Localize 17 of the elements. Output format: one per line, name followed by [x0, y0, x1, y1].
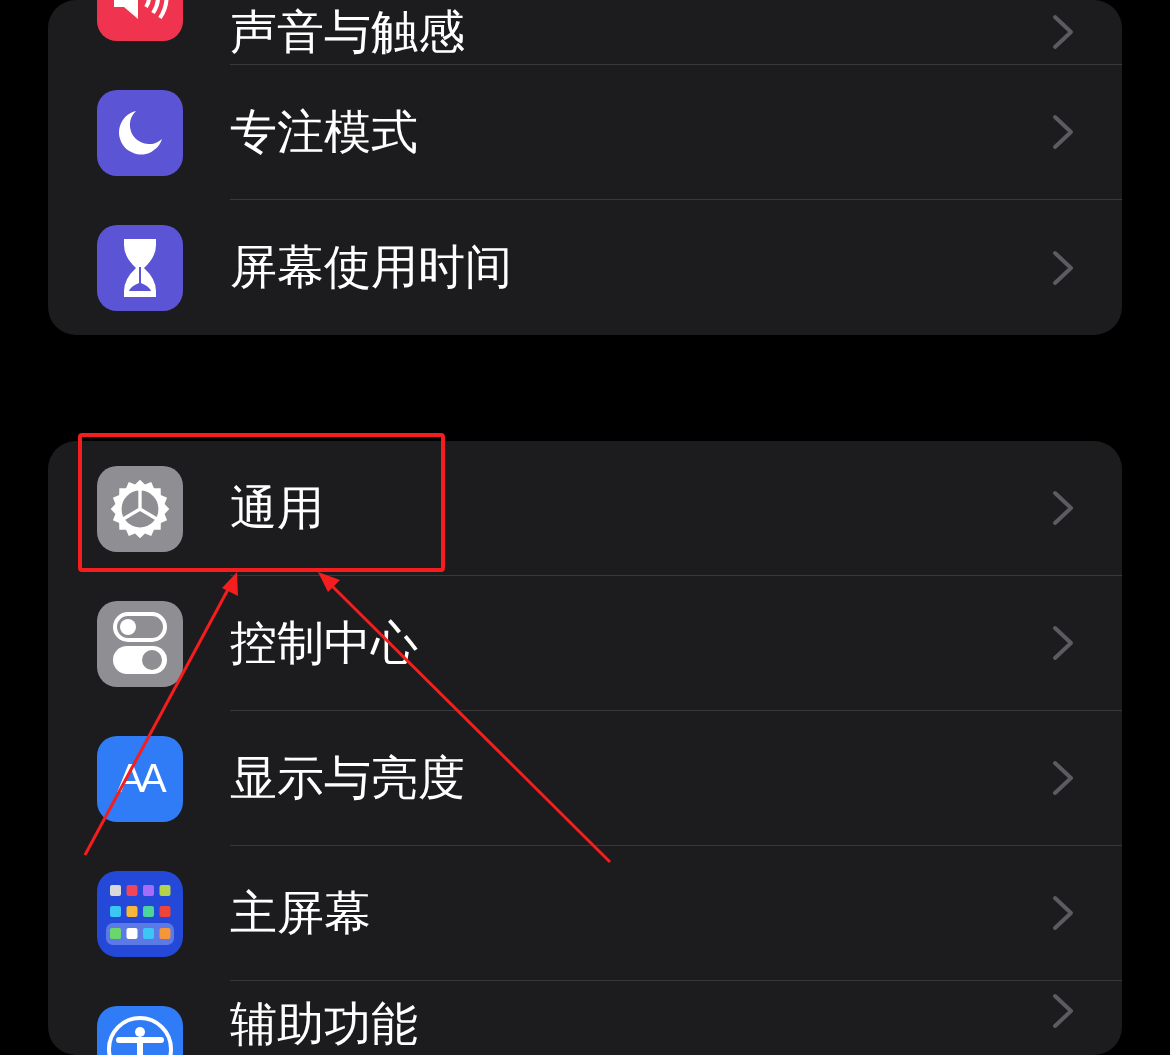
toggles-icon: [113, 611, 167, 676]
chevron-icon: [1052, 993, 1074, 1029]
chevron-icon: [1052, 760, 1074, 796]
chevron-icon: [1052, 490, 1074, 526]
setting-item[interactable]: 显示与亮度: [230, 746, 465, 810]
chevron-icon: [1052, 625, 1074, 661]
setting-item[interactable]: 辅助功能: [230, 993, 418, 1055]
moon-icon: [116, 108, 164, 157]
setting-item[interactable]: 通用: [230, 476, 324, 540]
chevron-icon: [1052, 895, 1074, 931]
chevron-icon: [1052, 14, 1074, 50]
setting-item[interactable]: 屏幕使用时间: [230, 236, 512, 299]
setting-item[interactable]: 主屏幕: [230, 881, 371, 945]
setting-item[interactable]: 声音与触感: [230, 0, 465, 64]
chevron-icon: [1052, 249, 1074, 286]
setting-item[interactable]: 专注模式: [230, 100, 418, 164]
chevron-icon: [1052, 114, 1074, 150]
